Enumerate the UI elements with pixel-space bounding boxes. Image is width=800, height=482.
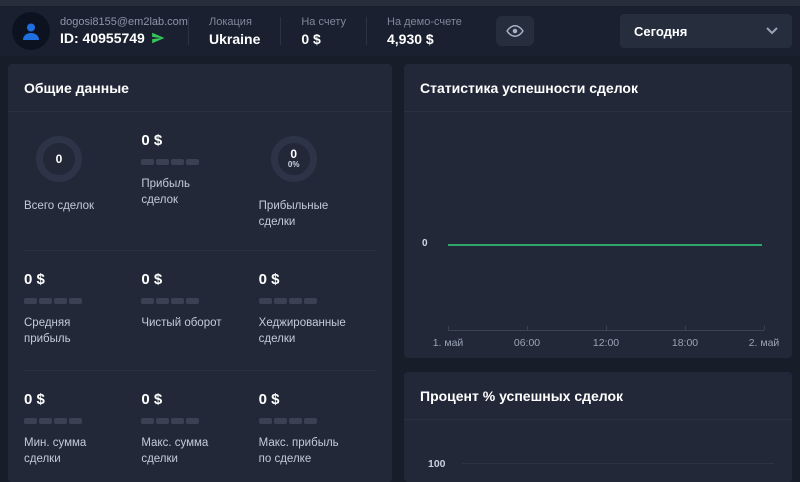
stat-total-trades: 0 Всего сделок <box>24 132 141 250</box>
success-percent-chart: 100 <box>404 420 792 482</box>
user-icon <box>23 23 39 40</box>
stat-value: 0 <box>55 152 63 166</box>
stat-value: 0 $ <box>24 391 45 408</box>
y-axis-tick-100: 100 <box>428 458 446 470</box>
placeholder-bar <box>24 418 82 424</box>
stat-label: Макс. сумма сделки <box>141 437 209 466</box>
stat-label: Средняя прибыль <box>24 317 71 346</box>
total-trades-ring: 0 <box>36 136 82 182</box>
x-axis <box>448 326 765 331</box>
success-percent-panel: Процент % успешных сделок 100 <box>404 372 792 482</box>
dashboard-page: dogosi8155@em2lab.com ID: 40955749 Локац… <box>0 0 800 482</box>
stat-average-profit: 0 $ Средняя прибыль <box>24 271 141 370</box>
x-axis-labels: 1. май 06:00 12:00 18:00 2. май <box>433 337 780 351</box>
user-id: ID: 40955749 <box>60 30 145 46</box>
location-value: Ukraine <box>209 30 261 47</box>
stat-percent: 0% <box>287 159 300 169</box>
x-axis-tick <box>527 326 528 330</box>
stat-value: 0 $ <box>141 391 163 408</box>
balance-section: На счету 0 $ <box>281 16 366 47</box>
x-axis-label: 18:00 <box>671 337 699 349</box>
stat-label: Всего сделок <box>24 200 95 212</box>
period-dropdown-value: Сегодня <box>634 23 688 39</box>
stats-row-2: 0 $ Средняя прибыль 0 $ Чистый оборот 0 … <box>24 250 376 370</box>
success-stats-chart: 0 1. май 06:00 12:00 18:00 2. май <box>404 112 792 358</box>
stat-value: 0 $ <box>141 271 163 288</box>
send-icon <box>152 32 165 44</box>
topbar: dogosi8155@em2lab.com ID: 40955749 Локац… <box>0 6 800 56</box>
stat-profitable-trades: 0 0% Прибыльные сделки <box>259 132 376 250</box>
x-axis-tick <box>448 326 449 330</box>
stats-row-1: 0 Всего сделок 0 $ Прибыль сделок 0 0% П… <box>24 112 376 250</box>
placeholder-bar <box>24 298 82 304</box>
user-info: dogosi8155@em2lab.com ID: 40955749 <box>60 16 188 46</box>
placeholder-bar <box>258 418 317 424</box>
stat-value: 0 <box>290 146 297 161</box>
x-axis-label: 2. май <box>748 337 780 349</box>
stat-max-trade-profit: 0 $ Макс. прибыль по сделке <box>258 391 376 467</box>
stat-label: Хеджированные сделки <box>258 317 346 346</box>
chart-line-series <box>448 244 762 246</box>
stats-grid: 0 Всего сделок 0 $ Прибыль сделок 0 0% П… <box>8 112 392 467</box>
gridline-100 <box>462 463 774 464</box>
x-axis-label: 12:00 <box>592 337 620 349</box>
placeholder-bar <box>141 298 200 304</box>
stats-row-3: 0 $ Мин. сумма сделки 0 $ Макс. сумма сд… <box>24 370 376 467</box>
period-dropdown[interactable]: Сегодня <box>620 14 792 48</box>
user-email: dogosi8155@em2lab.com <box>60 16 188 28</box>
balance-label: На счету <box>301 15 346 28</box>
placeholder-bar <box>141 159 200 165</box>
stat-trades-profit: 0 $ Прибыль сделок <box>141 132 258 250</box>
toggle-balance-visibility-button[interactable] <box>495 16 534 46</box>
success-stats-panel: Статистика успешности сделок 0 1. май 06… <box>404 64 792 358</box>
success-percent-title: Процент % успешных сделок <box>404 372 792 420</box>
location-section: Локация Ukraine <box>189 16 280 47</box>
stat-hedged-trades: 0 $ Хеджированные сделки <box>258 271 376 370</box>
stat-label: Макс. прибыль по сделке <box>258 437 339 466</box>
stat-label: Прибыльные сделки <box>258 200 329 229</box>
stat-min-trade-amount: 0 $ Мин. сумма сделки <box>24 391 141 467</box>
x-axis-label: 1. май <box>432 337 464 349</box>
placeholder-bar <box>258 298 317 304</box>
avatar <box>12 12 50 50</box>
stat-value: 0 $ <box>24 271 45 288</box>
demo-balance-label: На демо-счете <box>387 15 462 28</box>
stat-max-trade-amount: 0 $ Макс. сумма сделки <box>141 391 258 467</box>
chevron-down-icon <box>766 27 778 35</box>
x-axis-tick <box>764 326 765 330</box>
general-data-title: Общие данные <box>8 64 392 112</box>
success-stats-title: Статистика успешности сделок <box>404 64 792 112</box>
x-axis-label: 06:00 <box>513 337 541 349</box>
stat-value: 0 $ <box>258 271 280 288</box>
profitable-trades-ring: 0 0% <box>270 136 317 182</box>
general-data-panel: Общие данные 0 Всего сделок 0 $ Прибыль … <box>8 64 392 482</box>
y-axis-tick-0: 0 <box>422 238 428 249</box>
stat-label: Мин. сумма сделки <box>24 437 87 466</box>
location-label: Локация <box>209 15 252 28</box>
x-axis-tick <box>685 326 686 330</box>
stat-value: 0 $ <box>141 132 163 149</box>
stat-label: Прибыль сделок <box>141 178 190 207</box>
placeholder-bar <box>141 418 200 424</box>
stat-value: 0 $ <box>258 391 280 408</box>
balance-value: 0 $ <box>301 30 321 47</box>
demo-balance-value: 4,930 $ <box>387 30 434 47</box>
eye-icon <box>506 24 524 38</box>
stat-net-turnover: 0 $ Чистый оборот <box>141 271 258 370</box>
x-axis-tick <box>606 326 607 330</box>
stat-label: Чистый оборот <box>141 317 222 329</box>
demo-balance-section: На демо-счете 4,930 $ <box>367 16 482 47</box>
